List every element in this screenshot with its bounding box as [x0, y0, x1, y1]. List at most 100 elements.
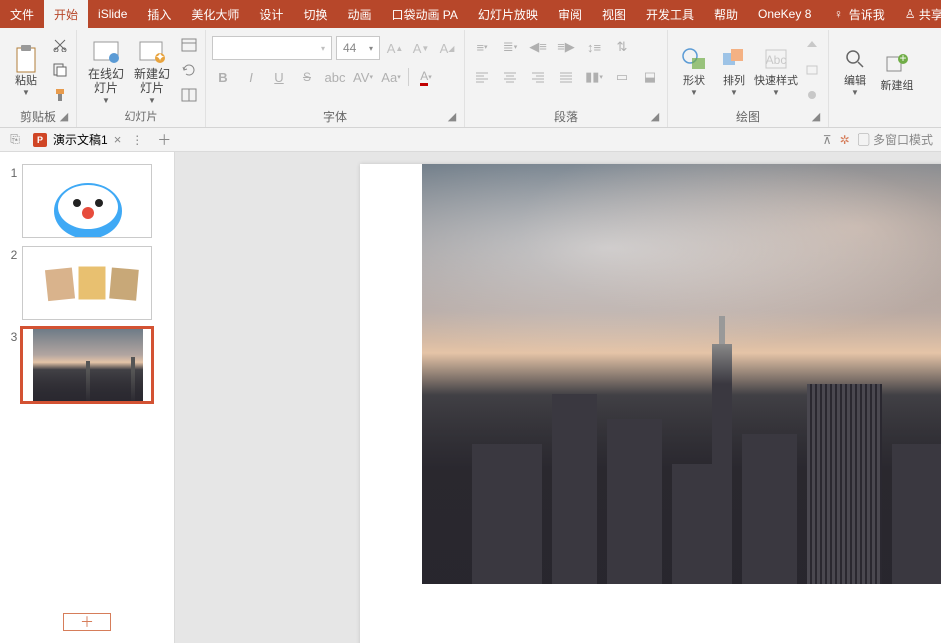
- powerpoint-icon: P: [33, 133, 47, 147]
- edit-button[interactable]: 编辑 ▼: [835, 32, 875, 108]
- menu-transitions[interactable]: 切换: [293, 0, 337, 28]
- menu-home[interactable]: 开始: [44, 0, 88, 28]
- tab-options-button[interactable]: ⎘: [6, 131, 24, 149]
- slide-thumbnail[interactable]: [22, 164, 152, 238]
- online-slide-button[interactable]: 在线幻灯片 ▼: [83, 32, 129, 108]
- change-case-button[interactable]: Aa▾: [380, 66, 402, 88]
- strike-button[interactable]: S: [296, 66, 318, 88]
- underline-button[interactable]: U: [268, 66, 290, 88]
- clear-format-button[interactable]: A◢: [436, 37, 458, 59]
- shape-fill-button[interactable]: [802, 35, 822, 55]
- arrange-button[interactable]: 排列 ▼: [714, 32, 754, 108]
- person-icon: ♙: [905, 7, 916, 21]
- slide-canvas[interactable]: [360, 164, 941, 643]
- menu-view[interactable]: 视图: [592, 0, 636, 28]
- font-size-select[interactable]: 44▾: [336, 36, 380, 60]
- align-left-icon: [475, 71, 489, 83]
- menu-slideshow[interactable]: 幻灯片放映: [468, 0, 548, 28]
- new-slide-label: 新建幻灯片: [129, 68, 175, 96]
- font-color-button[interactable]: A▾: [415, 66, 437, 88]
- text-direction-button[interactable]: ⇅: [611, 36, 633, 58]
- shapes-label: 形状: [683, 75, 705, 88]
- slide-editor[interactable]: [175, 152, 941, 643]
- paste-button[interactable]: 粘贴 ▼: [6, 32, 46, 108]
- font-size-value: 44: [343, 41, 356, 55]
- menu-tellme[interactable]: ♀ 告诉我: [821, 0, 894, 28]
- format-painter-button[interactable]: [50, 85, 70, 105]
- tab-more-button[interactable]: ⋮: [128, 133, 146, 147]
- align-text-button[interactable]: ▭: [611, 66, 633, 88]
- justify-icon: [559, 71, 573, 83]
- line-spacing-button[interactable]: ↕≡: [583, 36, 605, 58]
- new-tab-button[interactable]: ＋: [152, 129, 176, 151]
- slide-thumbnail-row[interactable]: 2: [0, 242, 174, 324]
- ribbon-group-drawing: 形状 ▼ 排列 ▼ Abc 快速样式 ▼ 绘图 ◢: [668, 30, 829, 127]
- justify-button[interactable]: [555, 66, 577, 88]
- shadow-button[interactable]: abc: [324, 66, 346, 88]
- multiwindow-button[interactable]: ▢ 多窗口模式: [858, 131, 933, 148]
- font-family-select[interactable]: ▾: [212, 36, 332, 60]
- reset-icon: [181, 63, 197, 77]
- chevron-down-icon: ▼: [851, 88, 859, 97]
- slide-thumbnail[interactable]: [22, 328, 152, 402]
- menu-design[interactable]: 设计: [249, 0, 293, 28]
- layout-button[interactable]: [179, 35, 199, 55]
- menu-onekey[interactable]: OneKey 8: [748, 0, 821, 28]
- dialog-launcher[interactable]: ◢: [446, 111, 458, 123]
- bold-button[interactable]: B: [212, 66, 234, 88]
- increase-font-button[interactable]: A▲: [384, 37, 406, 59]
- align-right-button[interactable]: [527, 66, 549, 88]
- menu-beautify[interactable]: 美化大师: [181, 0, 249, 28]
- section-button[interactable]: [179, 85, 199, 105]
- gear-icon[interactable]: ✲: [840, 133, 850, 147]
- menu-review[interactable]: 审阅: [548, 0, 592, 28]
- shape-outline-button[interactable]: [802, 60, 822, 80]
- reset-button[interactable]: [179, 60, 199, 80]
- decrease-font-button[interactable]: A▼: [410, 37, 432, 59]
- char-spacing-button[interactable]: AV▾: [352, 66, 374, 88]
- menu-pocket-anim[interactable]: 口袋动画 PA: [381, 0, 467, 28]
- menu-islide[interactable]: iSlide: [88, 0, 137, 28]
- slide-thumbnail-row[interactable]: 1: [0, 160, 174, 242]
- new-slide-button[interactable]: ✦ 新建幻灯片 ▼: [129, 32, 175, 108]
- shapes-button[interactable]: 形状 ▼: [674, 32, 714, 108]
- drawing-group-label: 绘图: [736, 110, 760, 124]
- align-center-button[interactable]: [499, 66, 521, 88]
- new-slide-icon: ✦: [137, 36, 167, 68]
- slide-thumbnail-row[interactable]: 3: [0, 324, 174, 406]
- italic-button[interactable]: I: [240, 66, 262, 88]
- columns-button[interactable]: ▮▮▾: [583, 66, 605, 88]
- numbering-button[interactable]: ≣▾: [499, 36, 521, 58]
- cut-button[interactable]: [50, 35, 70, 55]
- quickstyle-button[interactable]: Abc 快速样式 ▼: [754, 32, 798, 108]
- menu-animations[interactable]: 动画: [337, 0, 381, 28]
- align-left-button[interactable]: [471, 66, 493, 88]
- slide-thumbnail[interactable]: [22, 246, 152, 320]
- smartart-button[interactable]: ⬓: [639, 66, 661, 88]
- menu-help[interactable]: 帮助: [704, 0, 748, 28]
- menu-insert[interactable]: 插入: [137, 0, 181, 28]
- close-tab-button[interactable]: ×: [114, 132, 122, 147]
- newgroup-label: 新建组: [881, 80, 914, 93]
- menu-devtools[interactable]: 开发工具: [636, 0, 704, 28]
- bullets-button[interactable]: ≡▾: [471, 36, 493, 58]
- slide-thumbnail-panel: 1 2 3: [0, 152, 175, 643]
- clipboard-icon: [11, 43, 41, 75]
- menu-share[interactable]: ♙ 共享: [895, 0, 941, 28]
- dialog-launcher[interactable]: ◢: [58, 111, 70, 123]
- add-slide-button[interactable]: ＋: [63, 613, 111, 631]
- copy-button[interactable]: [50, 60, 70, 80]
- menu-file[interactable]: 文件: [0, 0, 44, 28]
- decrease-indent-button[interactable]: ◀≡: [527, 36, 549, 58]
- document-tab[interactable]: P 演示文稿1 ×: [26, 128, 128, 152]
- slide-image[interactable]: [422, 164, 941, 584]
- shape-effects-button[interactable]: [802, 85, 822, 105]
- dialog-launcher[interactable]: ◢: [649, 111, 661, 123]
- quickstyle-label: 快速样式: [754, 75, 798, 88]
- increase-indent-button[interactable]: ≡▶: [555, 36, 577, 58]
- slide-number-label: 3: [6, 328, 22, 402]
- newgroup-button[interactable]: + 新建组: [875, 32, 919, 108]
- fill-icon: [805, 39, 819, 51]
- pin-icon[interactable]: ⊼: [823, 133, 832, 147]
- dialog-launcher[interactable]: ◢: [810, 111, 822, 123]
